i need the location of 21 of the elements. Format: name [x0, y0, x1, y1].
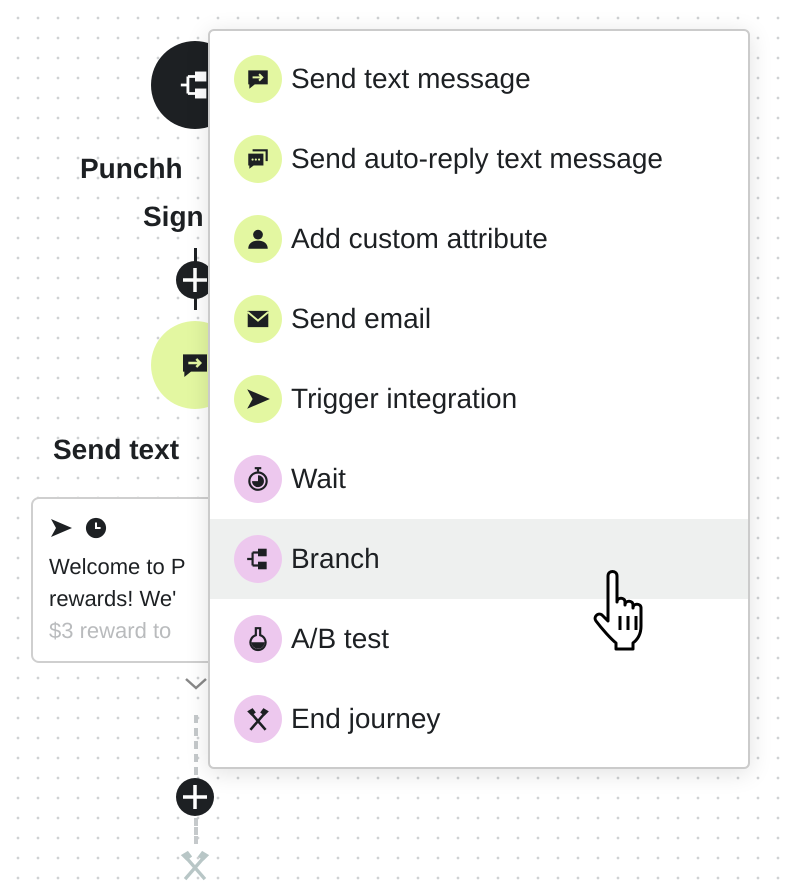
crossed-hammers-icon	[178, 848, 212, 882]
message-text: Welcome to P	[49, 553, 186, 581]
menu-item[interactable]: End journey	[210, 679, 748, 759]
node-title: Punchh	[80, 155, 183, 183]
node-title: Sign	[143, 203, 204, 231]
menu-item[interactable]: Trigger integration	[210, 359, 748, 439]
menu-item[interactable]: Send text message	[210, 39, 748, 119]
menu-item[interactable]: Send email	[210, 279, 748, 359]
menu-item[interactable]: Add custom attribute	[210, 199, 748, 279]
message-text: rewards! We'	[49, 585, 176, 613]
send-arrowhead-icon	[49, 516, 73, 540]
add-step-icon[interactable]	[175, 777, 215, 817]
menu-item[interactable]: Send auto-reply text message	[210, 119, 748, 199]
chevron-down-icon[interactable]	[184, 677, 208, 691]
menu-item[interactable]: Branch	[210, 519, 748, 599]
menu-item[interactable]: A/B test	[210, 599, 748, 679]
clock-icon	[85, 517, 107, 539]
node-title: Send text	[53, 436, 180, 464]
crossed-hammers-icon	[245, 706, 271, 732]
menu-item[interactable]: Wait	[210, 439, 748, 519]
message-text: $3 reward to	[49, 617, 172, 645]
